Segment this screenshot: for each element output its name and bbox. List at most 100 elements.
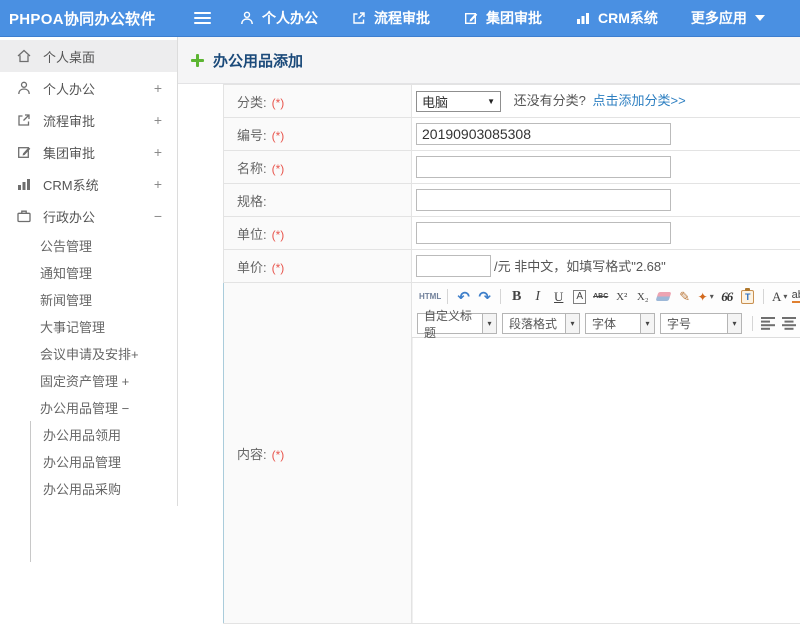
- superscript-icon[interactable]: X²: [612, 291, 631, 303]
- category-hint: 还没有分类?: [514, 93, 586, 108]
- page-title: 办公用品添加: [213, 50, 303, 71]
- paste-icon[interactable]: T: [738, 290, 757, 304]
- sidebar-item-notice[interactable]: 通知管理: [0, 259, 177, 286]
- sidebar-item-label: 个人桌面: [43, 47, 95, 66]
- sidebar-item-supplies-purchase[interactable]: 办公用品采购: [31, 475, 177, 502]
- font-size-dropdown[interactable]: 字号 ▾: [660, 313, 742, 334]
- nav-more-apps[interactable]: 更多应用: [691, 8, 765, 28]
- nav-label: 集团审批: [486, 8, 542, 28]
- italic-icon[interactable]: I: [528, 289, 547, 305]
- supplies-submenu: 办公用品领用 办公用品管理 办公用品采购: [30, 421, 177, 562]
- sidebar-item-fixed-assets[interactable]: 固定资产管理 +: [0, 367, 177, 394]
- brush-icon[interactable]: ✎: [675, 289, 694, 305]
- required-mark: (*): [272, 162, 285, 176]
- expand-plus-icon[interactable]: +: [154, 144, 162, 160]
- sidebar-item-news[interactable]: 新闻管理: [0, 286, 177, 313]
- top-nav: 个人办公 流程审批 集团审批 CRM系统 更多应用: [239, 8, 798, 28]
- form-row-spec: 规格:: [224, 184, 800, 217]
- sidebar-item-meeting[interactable]: 会议申请及安排+: [0, 340, 177, 367]
- category-select[interactable]: 电脑 ▼: [416, 91, 501, 112]
- caret-down-icon: [755, 15, 765, 21]
- caret-down-icon: ▾: [482, 314, 496, 333]
- format-paint-dropdown[interactable]: ✦ ▾: [696, 290, 715, 304]
- category-label-cell: 分类:(*): [224, 85, 412, 118]
- top-header: PHPOA协同办公软件 个人办公 流程审批 集团审批 CRM系统: [0, 0, 800, 37]
- font-color-icon: A: [772, 289, 781, 305]
- spec-input[interactable]: [416, 189, 671, 211]
- caret-down-icon: ▾: [640, 314, 654, 333]
- bold-icon[interactable]: B: [507, 289, 526, 305]
- required-mark: (*): [272, 129, 285, 143]
- font-color-dropdown[interactable]: A ▾: [770, 289, 789, 305]
- sidebar-item-personal-office[interactable]: 个人办公 +: [0, 72, 177, 104]
- briefcase-icon: [16, 208, 32, 224]
- expand-plus-icon[interactable]: +: [154, 80, 162, 96]
- toolbar-separator: [763, 289, 764, 304]
- name-input[interactable]: [416, 156, 671, 178]
- edit-icon: [463, 10, 479, 26]
- nav-crm[interactable]: CRM系统: [575, 8, 658, 28]
- font-name-icon[interactable]: A: [573, 290, 586, 304]
- expand-plus-icon[interactable]: +: [154, 112, 162, 128]
- name-label-cell: 名称: (*): [224, 151, 412, 184]
- price-input[interactable]: [416, 255, 491, 277]
- paragraph-format-dropdown[interactable]: 段落格式 ▾: [502, 313, 580, 334]
- sidebar-item-admin-office[interactable]: 行政办公 −: [0, 200, 177, 232]
- sidebar-item-desktop[interactable]: 个人桌面: [0, 40, 177, 72]
- editor-content-area[interactable]: [412, 338, 800, 623]
- blockquote-icon[interactable]: 66: [717, 289, 736, 305]
- unit-input[interactable]: [416, 222, 671, 244]
- add-category-link[interactable]: 点击添加分类>>: [592, 93, 685, 108]
- required-mark: (*): [272, 228, 285, 242]
- highlight-color-dropdown[interactable]: ab ▾: [791, 290, 800, 303]
- name-label: 名称:: [237, 161, 267, 176]
- font-family-dropdown[interactable]: 字体 ▾: [585, 313, 655, 334]
- expand-plus-icon[interactable]: +: [154, 176, 162, 192]
- redo-icon[interactable]: ↷: [475, 288, 494, 306]
- sidebar-item-memorabilia[interactable]: 大事记管理: [0, 313, 177, 340]
- source-code-button[interactable]: HTML: [419, 292, 441, 301]
- eraser-icon[interactable]: [654, 292, 673, 301]
- collapse-minus-icon[interactable]: −: [154, 208, 162, 224]
- underline-icon[interactable]: U: [549, 289, 568, 305]
- form-row-content: 内容: (*) HTML ↶ ↷ B I U A ABC X² X₂: [224, 283, 800, 624]
- highlight-color-icon: ab: [792, 290, 800, 303]
- align-left-icon[interactable]: [761, 317, 776, 330]
- nav-label: 更多应用: [691, 8, 747, 28]
- content-label: 内容:: [237, 447, 267, 462]
- sidebar-item-group-approval[interactable]: 集团审批 +: [0, 136, 177, 168]
- form-row-price: 单价:(*) /元 非中文，如填写格式"2.68": [224, 250, 800, 283]
- sidebar-item-supplies-claim[interactable]: 办公用品领用: [31, 421, 177, 448]
- nav-group-approval[interactable]: 集团审批: [463, 8, 542, 28]
- undo-icon[interactable]: ↶: [454, 288, 473, 306]
- form-row-category: 分类:(*) 电脑 ▼ 还没有分类? 点击添加分类>>: [224, 85, 800, 118]
- custom-title-dropdown[interactable]: 自定义标题 ▾: [417, 313, 497, 334]
- code-input[interactable]: [416, 123, 671, 145]
- chart-icon: [16, 176, 32, 192]
- strikethrough-icon[interactable]: ABC: [591, 293, 610, 300]
- sidebar-item-flow-approval[interactable]: 流程审批 +: [0, 104, 177, 136]
- format-paint-icon: ✦: [698, 290, 708, 304]
- nav-label: CRM系统: [598, 8, 658, 28]
- flow-icon: [351, 10, 367, 26]
- menu-toggle-icon[interactable]: [194, 12, 211, 24]
- align-center-icon[interactable]: [782, 317, 797, 330]
- rich-text-editor: HTML ↶ ↷ B I U A ABC X² X₂ ✎ ✦ ▾: [412, 283, 800, 623]
- price-label: 单价:: [237, 260, 267, 275]
- select-arrow-icon: ▼: [487, 97, 495, 106]
- spec-label-cell: 规格:: [224, 184, 412, 217]
- toolbar-separator: [447, 289, 448, 304]
- sidebar-item-office-supplies[interactable]: 办公用品管理 −: [0, 394, 177, 421]
- category-select-value: 电脑: [422, 92, 448, 111]
- nav-flow-approval[interactable]: 流程审批: [351, 8, 430, 28]
- editor-toolbar-row2: 自定义标题 ▾ 段落格式 ▾ 字体 ▾ 字号 ▾: [412, 310, 800, 338]
- caret-down-icon: ▾: [710, 292, 714, 301]
- required-mark: (*): [272, 448, 285, 462]
- nav-personal-office[interactable]: 个人办公: [239, 8, 318, 28]
- code-label: 编号:: [237, 128, 267, 143]
- price-suffix: /元 非中文，如填写格式"2.68": [494, 259, 666, 274]
- subscript-icon[interactable]: X₂: [633, 291, 652, 303]
- sidebar-item-crm[interactable]: CRM系统 +: [0, 168, 177, 200]
- sidebar-item-supplies-manage[interactable]: 办公用品管理: [31, 448, 177, 475]
- sidebar-item-announcement[interactable]: 公告管理: [0, 232, 177, 259]
